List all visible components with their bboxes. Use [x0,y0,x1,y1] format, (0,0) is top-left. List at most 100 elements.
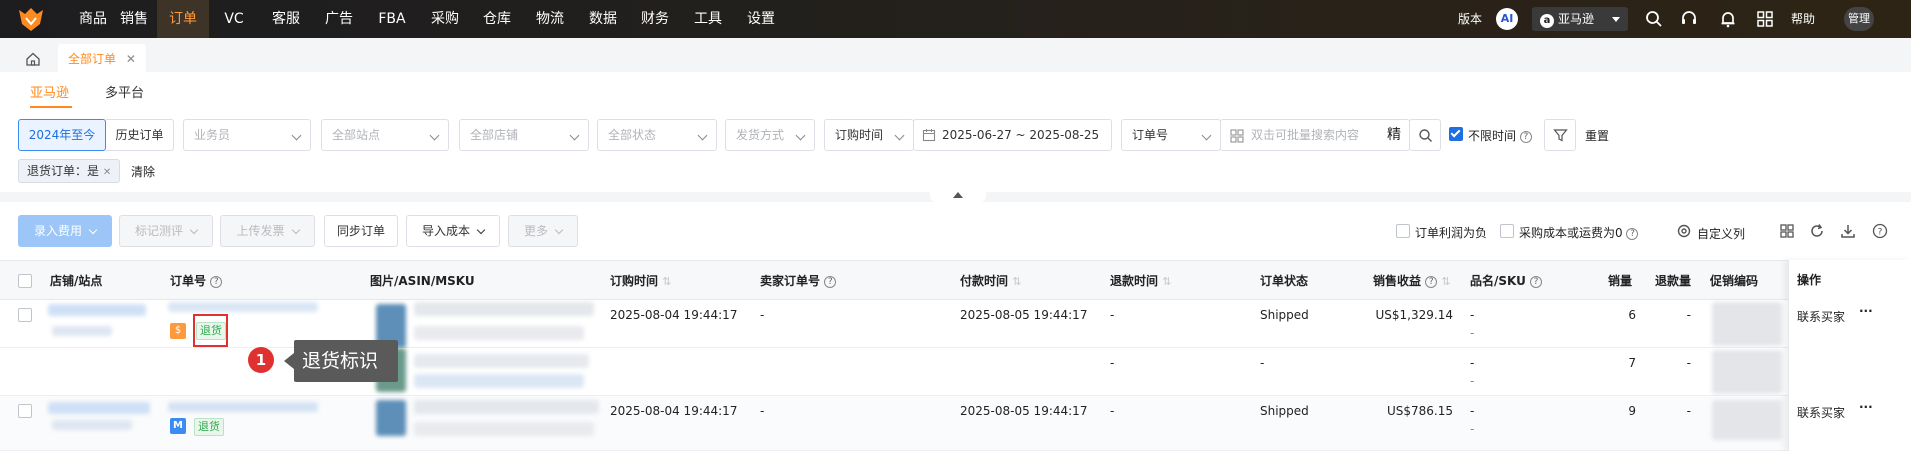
col-image-asin: 图片/ASIN/MSKU [370,274,475,288]
site-placeholder: 全部站点 [332,128,381,142]
clear-filters-link[interactable]: 清除 [131,163,155,180]
quantity: 7 [1628,356,1636,370]
apps-grid-icon[interactable] [1755,9,1775,29]
more-actions-icon[interactable]: ··· [1859,400,1873,414]
home-icon[interactable] [20,46,46,72]
contact-buyer-link[interactable]: 联系买家 [1797,308,1845,325]
site-select[interactable]: 全部站点 [321,119,449,151]
nav-item-logistics[interactable]: 物流 [523,0,577,38]
table-row[interactable]: M 退货 2025-08-04 19:44:17 - 2025-08-05 19… [0,396,1911,451]
advanced-filter-button[interactable] [1544,119,1576,151]
marketplace-selector[interactable]: a 亚马逊 [1532,7,1628,31]
upload-invoice-button[interactable]: 上传发票 [220,215,315,247]
history-orders-button[interactable]: 历史订单 [106,119,174,151]
order-status: Shipped [1260,308,1309,322]
help-icon[interactable]: ? [1530,275,1543,288]
page-tab-bar: 全部订单 ✕ [0,38,1911,74]
profit-negative-label: 订单利润为负 [1415,226,1488,240]
top-nav: 商品 销售 订单 VC 客服 广告 FBA 采购 仓库 物流 数据 财务 工具 … [0,0,1911,38]
settings-icon[interactable] [1676,223,1692,239]
help-icon[interactable]: ? [824,275,837,288]
refresh-icon[interactable] [1809,223,1825,239]
order-search-input[interactable]: 双击可批量搜索内容 精 [1220,119,1410,151]
calendar-icon [922,129,936,142]
product-image [376,400,406,436]
contact-buyer-link[interactable]: 联系买家 [1797,404,1845,421]
col-refund-time[interactable]: 退款时间 ⇅ [1110,261,1171,301]
row-checkbox[interactable] [18,404,32,418]
help-icon[interactable]: ? [1519,130,1532,143]
collapse-toggle[interactable] [930,190,986,202]
app-logo[interactable] [16,4,46,34]
help-icon[interactable]: ? [1425,275,1438,288]
close-icon[interactable]: ✕ [126,52,136,66]
return-tag: 退货 [194,418,224,436]
import-cost-label: 导入成本 [421,224,470,238]
col-status: 订单状态 [1260,274,1309,288]
exact-match-toggle[interactable]: 精 [1387,120,1401,150]
more-button[interactable]: 更多 [508,215,578,247]
date-range-picker[interactable]: 2025-06-27 ~ 2025-08-25 [913,119,1112,151]
chevron-down-icon [476,225,486,235]
subtab-multiplatform[interactable]: 多平台 [105,82,144,101]
version-link[interactable]: 版本 [1458,0,1482,38]
nav-item-warehouse[interactable]: 仓库 [471,0,523,38]
nav-item-data[interactable]: 数据 [577,0,629,38]
user-avatar[interactable]: 管理 [1844,7,1874,31]
subtab-amazon[interactable]: 亚马逊 [30,82,69,101]
more-actions-icon[interactable]: ··· [1859,304,1873,318]
help-link[interactable]: 帮助 [1791,0,1815,38]
salesperson-select[interactable]: 业务员 [183,119,311,151]
custom-columns-button[interactable]: 自定义列 [1697,225,1745,242]
nav-item-tools[interactable]: 工具 [681,0,735,38]
year-range-button[interactable]: 2024年至今 [18,119,106,151]
status-select[interactable]: 全部状态 [597,119,717,151]
help-icon[interactable]: ? [1626,227,1639,240]
layout-grid-icon[interactable] [1779,223,1795,239]
mark-review-button[interactable]: 标记测评 [119,215,213,247]
nav-item-settings[interactable]: 设置 [735,0,787,38]
select-all-checkbox[interactable] [18,274,32,288]
tab-all-orders[interactable]: 全部订单 ✕ [58,44,146,74]
headset-icon[interactable] [1679,9,1699,29]
import-fees-button[interactable]: 录入费用 [18,215,112,247]
marketplace-label: 亚马逊 [1558,12,1595,26]
search-type-select[interactable]: 订单号 [1121,119,1221,151]
search-icon[interactable] [1644,9,1664,29]
time-type-select[interactable]: 订购时间 [824,119,914,151]
help-icon[interactable]: ? [1872,223,1888,239]
import-cost-button[interactable]: 导入成本 [406,215,500,247]
nav-item-fba[interactable]: FBA [365,0,419,38]
col-refund-qty: 退款量 [1655,274,1692,288]
nav-item-finance[interactable]: 财务 [629,0,681,38]
bell-icon[interactable] [1718,9,1738,29]
ai-badge[interactable]: AI [1496,8,1518,30]
nav-item-ads[interactable]: 广告 [313,0,365,38]
shop-select[interactable]: 全部店铺 [459,119,589,151]
row-checkbox[interactable] [18,308,32,322]
col-order-time[interactable]: 订购时间 ⇅ [610,261,671,301]
cost-zero-checkbox[interactable] [1500,224,1514,238]
profit-negative-checkbox[interactable] [1396,224,1410,238]
blurred-msku [414,326,584,340]
search-placeholder: 双击可批量搜索内容 [1251,128,1360,142]
nav-item-sales[interactable]: 销售 [111,0,157,38]
salesperson-placeholder: 业务员 [194,128,231,142]
unlimited-time-checkbox[interactable] [1449,127,1463,141]
table-row[interactable]: $ 退货 2025-08-04 19:44:17 - 2025-08-05 19… [0,300,1911,348]
nav-item-vc[interactable]: VC [209,0,259,38]
col-pay-time[interactable]: 付款时间 ⇅ [960,261,1021,301]
reset-button[interactable]: 重置 [1585,127,1609,144]
ship-method-select[interactable]: 发货方式 [725,119,815,151]
download-icon[interactable] [1840,223,1856,239]
help-icon[interactable]: ? [210,275,223,288]
nav-item-purchase[interactable]: 采购 [419,0,471,38]
close-icon[interactable]: ✕ [103,167,111,178]
blurred-asin [414,302,594,316]
unlimited-time-text: 不限时间 [1468,129,1517,143]
nav-item-service[interactable]: 客服 [259,0,313,38]
search-button[interactable] [1409,119,1441,151]
sync-orders-button[interactable]: 同步订单 [324,215,398,247]
batch-search-icon[interactable] [1230,129,1244,143]
nav-item-orders[interactable]: 订单 [157,0,209,38]
